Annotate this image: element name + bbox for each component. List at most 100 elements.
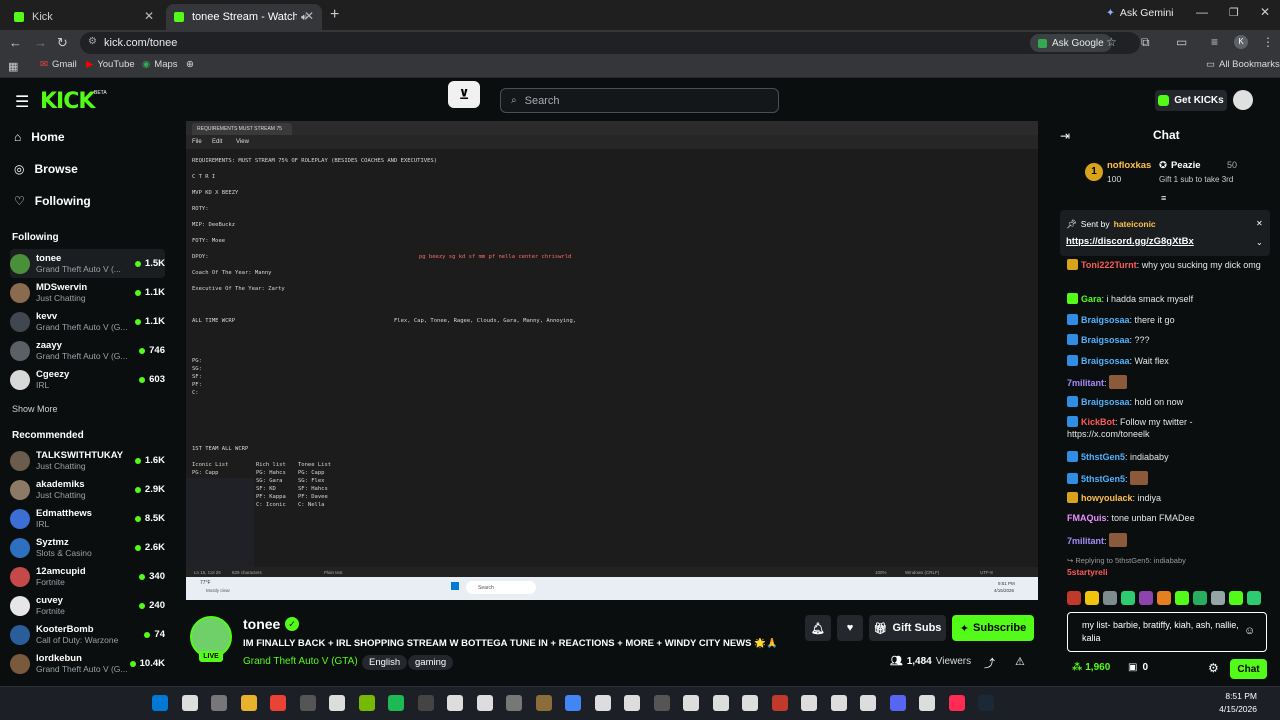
emote-icon[interactable] bbox=[1121, 591, 1135, 605]
taskbar-app-icon[interactable] bbox=[889, 695, 906, 711]
sidebar-channel-tonee[interactable]: tonee Grand Theft Auto V (... 1.5K bbox=[10, 249, 165, 278]
emote-icon[interactable] bbox=[1175, 591, 1189, 605]
taskbar-app-icon[interactable] bbox=[358, 695, 375, 711]
taskbar-app-icon[interactable] bbox=[417, 695, 434, 711]
chat-username[interactable]: Braigsosaa bbox=[1081, 397, 1130, 407]
globe-icon[interactable]: ⊕ bbox=[186, 59, 194, 70]
taskbar-app-icon[interactable] bbox=[771, 695, 788, 711]
taskbar-app-icon[interactable] bbox=[919, 695, 935, 711]
ask-google-button[interactable]: Ask Google bbox=[1030, 34, 1112, 52]
chat-username[interactable]: howyoulack bbox=[1081, 493, 1133, 503]
emote-icon[interactable] bbox=[1139, 591, 1153, 605]
window-close-icon[interactable]: ✕ bbox=[1260, 5, 1270, 19]
all-bookmarks[interactable]: ▭ All Bookmarks bbox=[1206, 59, 1280, 70]
bookmark-youtube[interactable]: ▶ YouTube bbox=[86, 59, 135, 70]
get-kicks-button[interactable]: Get KICKs bbox=[1155, 90, 1227, 111]
chat-username[interactable]: Braigsosaa bbox=[1081, 315, 1130, 325]
hamburger-menu-icon[interactable]: ☰ bbox=[15, 92, 29, 112]
taskbar-app-icon[interactable] bbox=[240, 695, 257, 711]
kick-app-icon[interactable]: ⊻ bbox=[448, 81, 480, 108]
emoji-picker-icon[interactable]: ☺ bbox=[1244, 625, 1255, 637]
tag-gaming[interactable]: gaming bbox=[408, 655, 454, 670]
taskbar-app-icon[interactable] bbox=[712, 695, 729, 711]
pinned-message[interactable]: 📌︎ Sent by hateiconic https://discord.gg/z… bbox=[1060, 210, 1270, 256]
leaderboard-user[interactable]: nofloxkas bbox=[1107, 160, 1151, 171]
emote-icon[interactable] bbox=[1103, 591, 1117, 605]
close-icon[interactable]: ✕ bbox=[304, 9, 314, 23]
tab-tonee-stream[interactable]: tonee Stream - Watch Live 🔊︎ ✕ bbox=[166, 4, 322, 30]
apps-grid-icon[interactable]: ▦ bbox=[8, 60, 18, 73]
chat-username[interactable]: 7militant bbox=[1067, 536, 1104, 546]
chat-username[interactable]: Toni222Turnt bbox=[1081, 260, 1137, 270]
chat-input[interactable]: my list- barbie, bratiffy, kiah, ash, na… bbox=[1067, 612, 1267, 652]
site-info-icon[interactable]: ⚙︎ bbox=[88, 36, 97, 47]
tab-kick[interactable]: Kick ✕ bbox=[6, 4, 162, 30]
taskbar-app-icon[interactable] bbox=[211, 695, 227, 711]
ask-gemini-button[interactable]: ✦ Ask Gemini bbox=[1106, 7, 1174, 19]
taskbar-app-icon[interactable] bbox=[329, 695, 345, 711]
streamer-name[interactable]: tonee bbox=[243, 616, 280, 632]
cast-icon[interactable]: ▭ bbox=[1176, 35, 1187, 49]
bookmark-gmail[interactable]: ✉ Gmail bbox=[40, 59, 77, 70]
nav-browse[interactable]: ◎ Browse bbox=[14, 162, 78, 176]
chat-username[interactable]: FMAQuis bbox=[1067, 513, 1107, 523]
report-icon[interactable]: ⚠ bbox=[1015, 655, 1025, 668]
address-bar[interactable]: ⚙︎ kick.com/tonee Ask Google ☆ bbox=[80, 32, 1140, 54]
kebab-menu-icon[interactable]: ⋮ bbox=[1262, 35, 1274, 49]
sidebar-channel-kooterbomb[interactable]: KooterBomb Call of Duty: Warzone 74 bbox=[10, 620, 165, 649]
gift-count[interactable]: ▣ 0 bbox=[1128, 662, 1148, 673]
user-avatar[interactable] bbox=[1233, 90, 1253, 110]
bookmark-maps[interactable]: ◉ Maps bbox=[142, 59, 178, 70]
kick-logo[interactable]: KICK bbox=[40, 89, 95, 114]
peazie-leader[interactable]: ✪ Peazie bbox=[1159, 160, 1201, 171]
show-more-link[interactable]: Show More bbox=[12, 404, 58, 414]
taskbar-app-icon[interactable] bbox=[181, 695, 198, 711]
taskbar-app-icon[interactable] bbox=[565, 695, 581, 711]
notification-bell-button[interactable]: 🔔︎ bbox=[805, 615, 831, 641]
expand-leaderboard-icon[interactable]: ≡ bbox=[1161, 193, 1166, 203]
back-icon[interactable]: ← bbox=[9, 35, 22, 50]
chat-username[interactable]: Braigsosaa bbox=[1081, 356, 1130, 366]
emote-icon[interactable] bbox=[1247, 591, 1261, 605]
close-icon[interactable]: ✕ bbox=[144, 9, 154, 23]
taskbar-app-icon[interactable] bbox=[594, 695, 611, 711]
chat-username[interactable]: KickBot bbox=[1081, 417, 1115, 427]
nav-following[interactable]: ♡ Following bbox=[14, 194, 91, 208]
restore-icon[interactable]: ❐ bbox=[1229, 6, 1239, 19]
bookmark-star-icon[interactable]: ☆ bbox=[1106, 35, 1117, 49]
sidebar-channel-cgeezy[interactable]: Cgeezy IRL 603 bbox=[10, 365, 165, 394]
taskbar-app-icon[interactable] bbox=[388, 695, 404, 711]
chat-settings-icon[interactable]: ⚙ bbox=[1208, 661, 1219, 675]
tag-english[interactable]: English bbox=[362, 655, 408, 670]
emote-icon[interactable] bbox=[1193, 591, 1207, 605]
sidebar-channel-kevv[interactable]: kevv Grand Theft Auto V (G... 1.1K bbox=[10, 307, 165, 336]
subscribe-button[interactable]: ✦ Subscribe bbox=[952, 615, 1034, 641]
follow-button[interactable]: ♥ bbox=[837, 615, 863, 641]
sidebar-channel-edmatthews[interactable]: Edmatthews IRL 8.5K bbox=[10, 504, 165, 533]
sidebar-channel-mdswervin[interactable]: MDSwervin Just Chatting 1.1K bbox=[10, 278, 165, 307]
minimize-icon[interactable]: — bbox=[1196, 5, 1208, 19]
tab-search-icon[interactable]: ≡ bbox=[1211, 35, 1218, 49]
taskbar-app-icon[interactable] bbox=[653, 695, 670, 711]
video-player[interactable]: REQUIREMENTS MUST STREAM 75 File Edit Vi… bbox=[186, 121, 1038, 600]
nav-home[interactable]: ⌂ Home bbox=[14, 130, 65, 144]
send-chat-button[interactable]: Chat bbox=[1230, 659, 1267, 679]
taskbar-app-icon[interactable] bbox=[506, 695, 522, 711]
sidebar-channel-talkswithtukay[interactable]: TALKSWITHTUKAY Just Chatting 1.6K bbox=[10, 446, 165, 475]
search-input[interactable]: ⌕ Search bbox=[500, 88, 779, 113]
chat-username[interactable]: Braigsosaa bbox=[1081, 335, 1130, 345]
taskbar-app-icon[interactable] bbox=[742, 695, 758, 711]
new-tab-icon[interactable]: + bbox=[330, 6, 339, 24]
chat-username[interactable]: 7militant bbox=[1067, 378, 1104, 388]
taskbar-app-icon[interactable] bbox=[299, 695, 316, 711]
taskbar-app-icon[interactable] bbox=[447, 695, 463, 711]
forward-icon[interactable]: → bbox=[34, 35, 47, 50]
channel-points[interactable]: ⁂ 1,960 bbox=[1072, 662, 1110, 673]
sidebar-channel-akademiks[interactable]: akademiks Just Chatting 2.9K bbox=[10, 475, 165, 504]
taskbar-app-icon[interactable] bbox=[830, 695, 847, 711]
gift-subs-button[interactable]: 🎁︎ Gift Subs bbox=[869, 615, 946, 641]
chevron-down-icon[interactable]: ⌄ bbox=[1256, 238, 1263, 247]
category-link[interactable]: Grand Theft Auto V (GTA) bbox=[243, 656, 358, 667]
taskbar-app-icon[interactable] bbox=[152, 695, 168, 711]
emote-icon[interactable] bbox=[1157, 591, 1171, 605]
